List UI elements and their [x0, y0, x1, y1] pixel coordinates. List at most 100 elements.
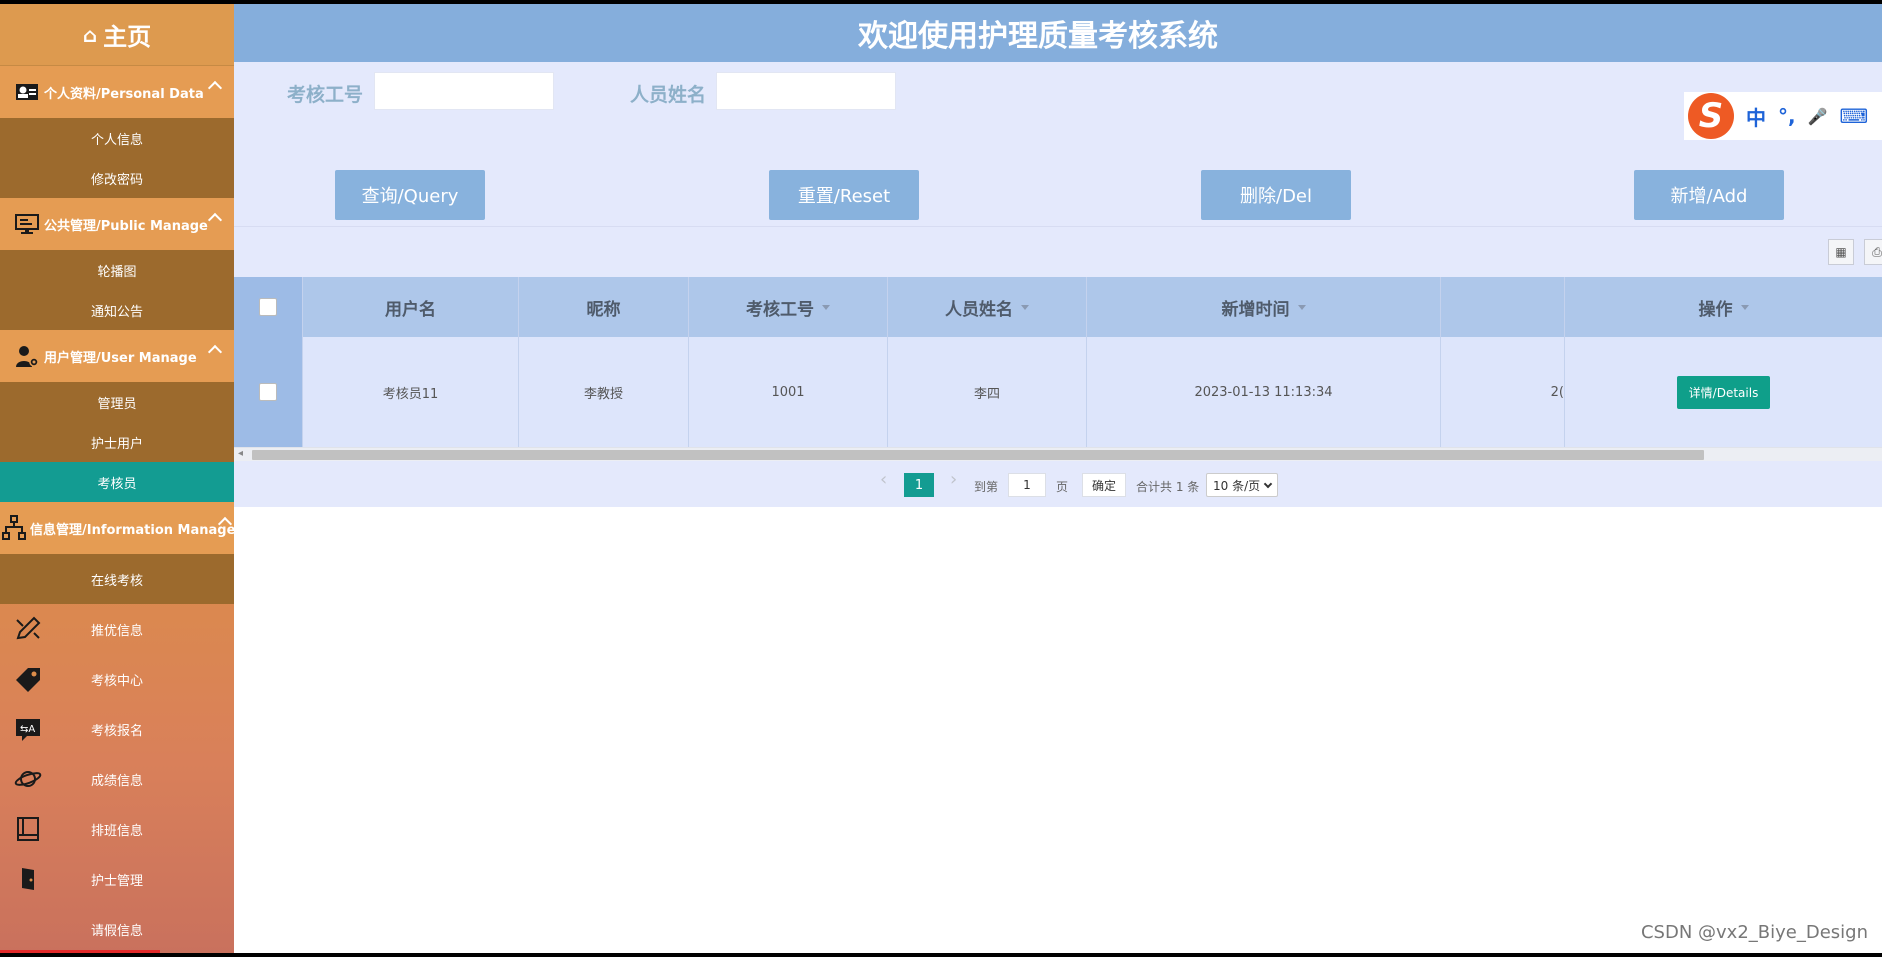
delete-button[interactable]: 删除/Del — [1201, 170, 1351, 220]
sidebar-item-schedule[interactable]: 排班信息 — [0, 804, 234, 854]
sidebar-group-personal[interactable]: 个人资料/Personal Data — [0, 66, 234, 118]
main-panel: 欢迎使用护理质量考核系统 考核工号 人员姓名 查询/Query 重置/Reset… — [234, 4, 1882, 953]
total-count: 合计共 1 条 — [1136, 480, 1200, 494]
sort-icon — [1740, 304, 1749, 310]
assessor-id-input[interactable] — [374, 72, 554, 110]
select-all-cell — [234, 277, 303, 337]
user-card-icon — [14, 80, 40, 104]
planet-icon — [14, 766, 42, 792]
sidebar-item-scores[interactable]: 成绩信息 — [0, 754, 234, 804]
monitor-icon — [14, 212, 40, 236]
page-size-select[interactable]: 10 条/页 — [1206, 473, 1278, 497]
column-header-username[interactable]: 用户名 — [303, 277, 519, 337]
horizontal-scrollbar[interactable]: ◂ — [234, 447, 1882, 461]
table-header-row: 用户名 昵称 考核工号 人员姓名 新增时间 操作 — [234, 277, 1882, 337]
sidebar-item-notice[interactable]: 通知公告 — [0, 290, 234, 330]
sidebar-home[interactable]: ⌂ 主页 — [0, 4, 234, 66]
header-label: 用户名 — [385, 299, 436, 320]
goto-page-input[interactable]: 1 — [1008, 473, 1046, 497]
table-row: 考核员11 李教授 1001 李四 2023-01-13 11:13:34 2(… — [234, 337, 1882, 447]
sidebar-group-label: 公共管理/Public Manage — [44, 218, 208, 234]
sidebar-flat-menu: 推优信息 考核中心 ⇆A 考核报名 成绩信息 排班信息 护士管理 请假信息 — [0, 604, 234, 953]
details-button[interactable]: 详情/Details — [1676, 375, 1771, 409]
next-page-button[interactable]: › — [950, 469, 957, 490]
microphone-icon[interactable]: 🎤 — [1808, 107, 1828, 126]
door-icon — [14, 866, 42, 892]
svg-text:⇆A: ⇆A — [20, 724, 35, 735]
cell-username: 考核员11 — [303, 337, 519, 447]
column-header-created-time[interactable]: 新增时间 — [1087, 277, 1441, 337]
sidebar-item-admin[interactable]: 管理员 — [0, 382, 234, 422]
goto-label: 到第 — [974, 480, 999, 494]
sidebar-group-user[interactable]: 用户管理/User Manage — [0, 330, 234, 382]
sidebar-item-assessment-center[interactable]: 考核中心 — [0, 654, 234, 704]
page-header: 欢迎使用护理质量考核系统 — [234, 4, 1882, 62]
column-header-actions[interactable]: 操作 — [1565, 277, 1882, 337]
user-gear-icon — [14, 344, 40, 368]
chevron-up-icon — [207, 80, 223, 96]
translate-icon: ⇆A — [14, 716, 42, 742]
add-button[interactable]: 新增/Add — [1634, 170, 1784, 220]
ime-mode-toggle[interactable]: 中 — [1746, 102, 1766, 131]
sidebar-submenu-information: 在线考核 — [0, 554, 234, 604]
watermark: CSDN @vx2_Biye_Design — [1640, 922, 1868, 943]
header-label: 考核工号 — [746, 299, 814, 320]
row-checkbox[interactable] — [259, 383, 277, 401]
column-header-person-name[interactable]: 人员姓名 — [888, 277, 1087, 337]
current-page[interactable]: 1 — [904, 473, 934, 497]
pagination: ‹ 1 › 到第 1 页 确定 合计共 1 条 10 条/页 — [234, 461, 1882, 507]
chevron-down-icon — [1263, 479, 1273, 489]
person-name-input[interactable] — [716, 72, 896, 110]
sidebar-item-recommend[interactable]: 推优信息 — [0, 604, 234, 654]
sidebar-item-nurse-manage[interactable]: 护士管理 — [0, 854, 234, 904]
sidebar-item-nurse-user[interactable]: 护士用户 — [0, 422, 234, 462]
goto-confirm-button[interactable]: 确定 — [1082, 473, 1126, 497]
ime-logo-icon[interactable]: S — [1688, 93, 1734, 139]
sidebar-item-carousel[interactable]: 轮播图 — [0, 250, 234, 290]
column-header-hidden[interactable] — [1441, 277, 1565, 337]
sidebar-item-assessor[interactable]: 考核员 — [0, 462, 234, 502]
page-title: 欢迎使用护理质量考核系统 — [858, 19, 1218, 54]
sidebar-submenu-public: 轮播图 通知公告 — [0, 250, 234, 330]
sidebar-item-registration[interactable]: ⇆A 考核报名 — [0, 704, 234, 754]
ime-punct-toggle[interactable]: °, — [1778, 104, 1796, 128]
sidebar-bottom-accent — [0, 950, 160, 953]
select-all-checkbox[interactable] — [259, 298, 277, 316]
scroll-left-icon[interactable]: ◂ — [238, 448, 243, 459]
column-header-nickname[interactable]: 昵称 — [519, 277, 689, 337]
page-size-value: 10 条/页 — [1213, 478, 1261, 493]
ime-toolbar: S 中 °, 🎤 ⌨ — [1684, 92, 1882, 140]
sidebar-item-change-password[interactable]: 修改密码 — [0, 158, 234, 198]
cell-hidden: 2( — [1441, 337, 1565, 447]
reset-button[interactable]: 重置/Reset — [769, 170, 919, 220]
prev-page-button[interactable]: ‹ — [880, 469, 887, 490]
header-label: 人员姓名 — [945, 299, 1013, 320]
sitemap-icon — [2, 515, 26, 540]
table-toolbar: ▦ ⎙ — [234, 227, 1882, 277]
home-icon: ⌂ — [82, 22, 98, 47]
cell-person-name: 李四 — [888, 337, 1087, 447]
page-unit-label: 页 — [1056, 480, 1069, 494]
row-select-cell — [234, 337, 303, 447]
cell-nickname: 李教授 — [519, 337, 689, 447]
query-button[interactable]: 查询/Query — [335, 170, 485, 220]
filter-area: 考核工号 人员姓名 查询/Query 重置/Reset 删除/Del 新增/Ad… — [234, 62, 1882, 227]
header-label: 昵称 — [586, 299, 621, 320]
keyboard-icon[interactable]: ⌨ — [1840, 104, 1869, 128]
book-icon — [14, 816, 42, 842]
scroll-thumb[interactable] — [252, 450, 1704, 460]
sidebar-group-information[interactable]: 信息管理/Information Manage — [0, 502, 234, 554]
columns-icon[interactable]: ▦ — [1828, 239, 1854, 265]
column-header-assessor-id[interactable]: 考核工号 — [689, 277, 888, 337]
sort-icon — [1297, 304, 1306, 310]
sidebar-item-leave[interactable]: 请假信息 — [0, 904, 234, 953]
sidebar-item-online-assessment[interactable]: 在线考核 — [0, 554, 234, 604]
cell-actions: 详情/Details — [1565, 337, 1882, 447]
cell-assessor-id: 1001 — [689, 337, 888, 447]
header-label: 操作 — [1698, 299, 1733, 320]
sidebar: ⌂ 主页 个人资料/Personal Data 个人信息 修改密码 公共管理/P… — [0, 4, 234, 953]
print-icon[interactable]: ⎙ — [1864, 239, 1882, 265]
header-label: 新增时间 — [1221, 299, 1290, 320]
sidebar-group-public[interactable]: 公共管理/Public Manage — [0, 198, 234, 250]
sidebar-item-personal-info[interactable]: 个人信息 — [0, 118, 234, 158]
